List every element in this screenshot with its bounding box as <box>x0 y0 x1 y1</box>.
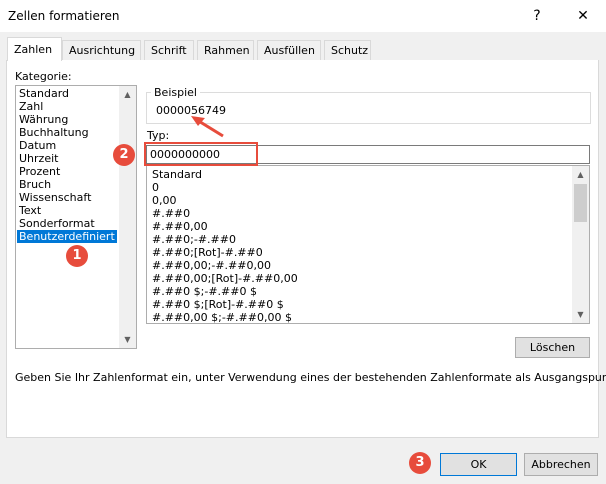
beispiel-label: Beispiel <box>151 86 200 99</box>
list-item[interactable]: Standard <box>17 87 117 100</box>
list-item[interactable]: #.##0 $;[Rot]-#.##0 $ <box>150 298 298 311</box>
delete-button[interactable]: Löschen <box>515 337 590 358</box>
list-item[interactable]: 0 <box>150 181 298 194</box>
scroll-down-icon[interactable]: ▼ <box>119 331 136 348</box>
list-item[interactable]: Text <box>17 204 117 217</box>
close-icon: ✕ <box>577 8 589 24</box>
list-item[interactable]: Währung <box>17 113 117 126</box>
typ-scrollbar[interactable]: ▲ ▼ <box>572 166 589 323</box>
annotation-arrow <box>191 116 224 138</box>
scroll-down-icon[interactable]: ▼ <box>572 306 589 323</box>
list-item[interactable]: #.##0 $;-#.##0 $ <box>150 285 298 298</box>
cancel-button[interactable]: Abbrechen <box>524 453 598 476</box>
list-item[interactable]: Prozent <box>17 165 117 178</box>
help-button[interactable]: ? <box>514 0 560 32</box>
list-item[interactable]: #.##0,00 <box>150 220 298 233</box>
list-item[interactable]: #.##0;-#.##0 <box>150 233 298 246</box>
list-item[interactable]: Buchhaltung <box>17 126 117 139</box>
list-item[interactable]: Zahl <box>17 100 117 113</box>
tab-rahmen[interactable]: Rahmen <box>197 40 254 60</box>
list-item[interactable]: #.##0;[Rot]-#.##0 <box>150 246 298 259</box>
scroll-up-icon[interactable]: ▲ <box>572 166 589 183</box>
scroll-up-icon[interactable]: ▲ <box>119 86 136 103</box>
list-item[interactable]: Datum <box>17 139 117 152</box>
list-item[interactable]: 0,00 <box>150 194 298 207</box>
list-item[interactable]: Standard <box>150 168 298 181</box>
list-item[interactable]: Wissenschaft <box>17 191 117 204</box>
step-badge-1: 1 <box>66 245 88 267</box>
kategorie-scrollbar[interactable]: ▲ ▼ <box>119 86 136 348</box>
typ-label: Typ: <box>147 129 170 142</box>
step-badge-3: 3 <box>409 452 431 474</box>
highlight-box <box>144 142 258 166</box>
list-item[interactable]: #.##0,00 $;-#.##0,00 $ <box>150 311 298 323</box>
window-title: Zellen formatieren <box>8 9 120 23</box>
tab-ausfuellen[interactable]: Ausfüllen <box>257 40 321 60</box>
tab-zahlen[interactable]: Zahlen <box>7 37 62 61</box>
scroll-thumb[interactable] <box>574 184 587 222</box>
list-item-selected[interactable]: Benutzerdefiniert <box>17 230 117 243</box>
list-item[interactable]: Uhrzeit <box>17 152 117 165</box>
list-item[interactable]: #.##0,00;[Rot]-#.##0,00 <box>150 272 298 285</box>
tab-schrift[interactable]: Schrift <box>144 40 194 60</box>
step-badge-2: 2 <box>113 144 135 166</box>
kategorie-list[interactable]: Standard Zahl Währung Buchhaltung Datum … <box>15 85 137 349</box>
list-item[interactable]: #.##0,00;-#.##0,00 <box>150 259 298 272</box>
close-button[interactable]: ✕ <box>560 0 606 32</box>
tab-ausrichtung[interactable]: Ausrichtung <box>62 40 141 60</box>
ok-button[interactable]: OK <box>440 453 517 476</box>
list-item[interactable]: #.##0 <box>150 207 298 220</box>
list-item[interactable]: Bruch <box>17 178 117 191</box>
tab-schutz[interactable]: Schutz <box>324 40 371 60</box>
hint-text: Geben Sie Ihr Zahlenformat ein, unter Ve… <box>15 371 606 384</box>
list-item[interactable]: Sonderformat <box>17 217 117 230</box>
typ-list[interactable]: Standard 0 0,00 #.##0 #.##0,00 #.##0;-#.… <box>146 165 590 324</box>
kategorie-label: Kategorie: <box>15 70 72 83</box>
